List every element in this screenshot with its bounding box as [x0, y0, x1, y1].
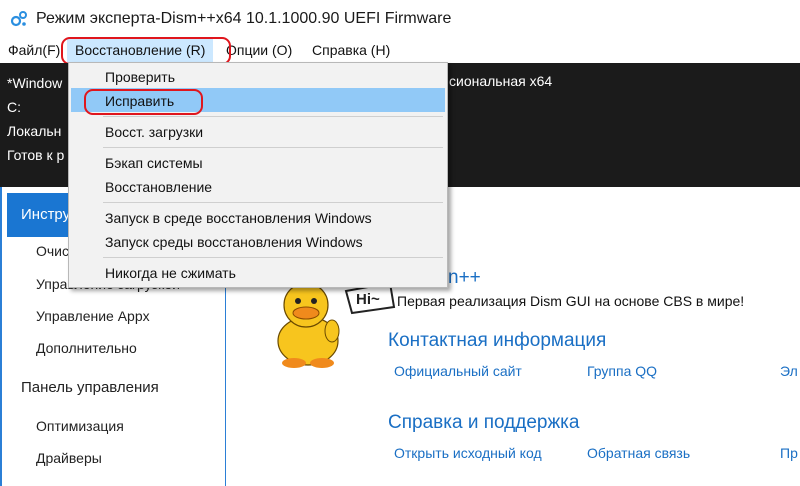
menu-file[interactable]: Файл(F) [8, 42, 60, 58]
sidebar-group-control-panel[interactable]: Панель управления [21, 379, 159, 396]
menu-item-never-compress[interactable]: Никогда не сжимать [105, 265, 236, 281]
sidebar-item-cleanup[interactable]: Очис [36, 243, 69, 259]
info-windows: *Window [7, 75, 63, 91]
menu-separator [103, 257, 443, 258]
repair-annotation-ring [84, 89, 203, 115]
menu-item-boot-repair[interactable]: Восст. загрузки [105, 124, 203, 140]
contact-heading: Контактная информация [388, 330, 607, 351]
sidebar-item-tools-label: Инстру [21, 206, 71, 223]
window-title: Режим эксперта-Dism++x64 10.1.1000.90 UE… [36, 10, 452, 27]
info-status: Готов к р [7, 147, 65, 163]
duck-hi-text: Hi~ [356, 291, 380, 308]
menu-item-restore[interactable]: Восстановление [105, 179, 212, 195]
info-drive: C: [7, 99, 21, 115]
title-bar: Режим эксперта-Dism++x64 10.1.1000.90 UE… [0, 0, 800, 38]
tagline: Первая реализация Dism GUI на основе CBS… [397, 293, 745, 309]
support-heading: Справка и поддержка [388, 412, 580, 433]
info-os-edition: сиональная x64 [449, 73, 553, 89]
menu-item-system-backup[interactable]: Бэкап системы [105, 155, 203, 171]
app-gear-icon [10, 11, 27, 27]
menu-item-launch-winre[interactable]: Запуск среды восстановления Windows [105, 234, 363, 250]
menu-item-check[interactable]: Проверить [105, 69, 175, 85]
link-official-site[interactable]: Официальный сайт [394, 363, 522, 379]
duck-mascot-icon: Hi~ [277, 281, 396, 368]
menu-options[interactable]: Опции (O) [226, 42, 292, 58]
menu-separator [103, 147, 443, 148]
menu-item-launch-in-winre[interactable]: Запуск в среде восстановления Windows [105, 210, 372, 226]
link-feedback[interactable]: Обратная связь [587, 445, 690, 461]
menu-separator [103, 202, 443, 203]
info-local: Локальн [7, 123, 62, 139]
menu-help[interactable]: Справка (H) [312, 42, 390, 58]
link-open-source[interactable]: Открыть исходный код [394, 445, 542, 461]
link-help[interactable]: Пр [780, 445, 798, 461]
sidebar-item-appx[interactable]: Управление Appx [36, 308, 150, 324]
sidebar-item-drivers[interactable]: Драйверы [36, 450, 102, 466]
link-qq-group[interactable]: Группа QQ [587, 363, 657, 379]
sidebar-item-advanced[interactable]: Дополнительно [36, 340, 137, 356]
link-email[interactable]: Эл [780, 363, 798, 379]
brand-fragment: n++ [448, 267, 481, 288]
menu-annotation-ring [61, 37, 231, 65]
sidebar-item-optimization[interactable]: Оптимизация [36, 418, 124, 434]
menu-separator [103, 116, 443, 117]
